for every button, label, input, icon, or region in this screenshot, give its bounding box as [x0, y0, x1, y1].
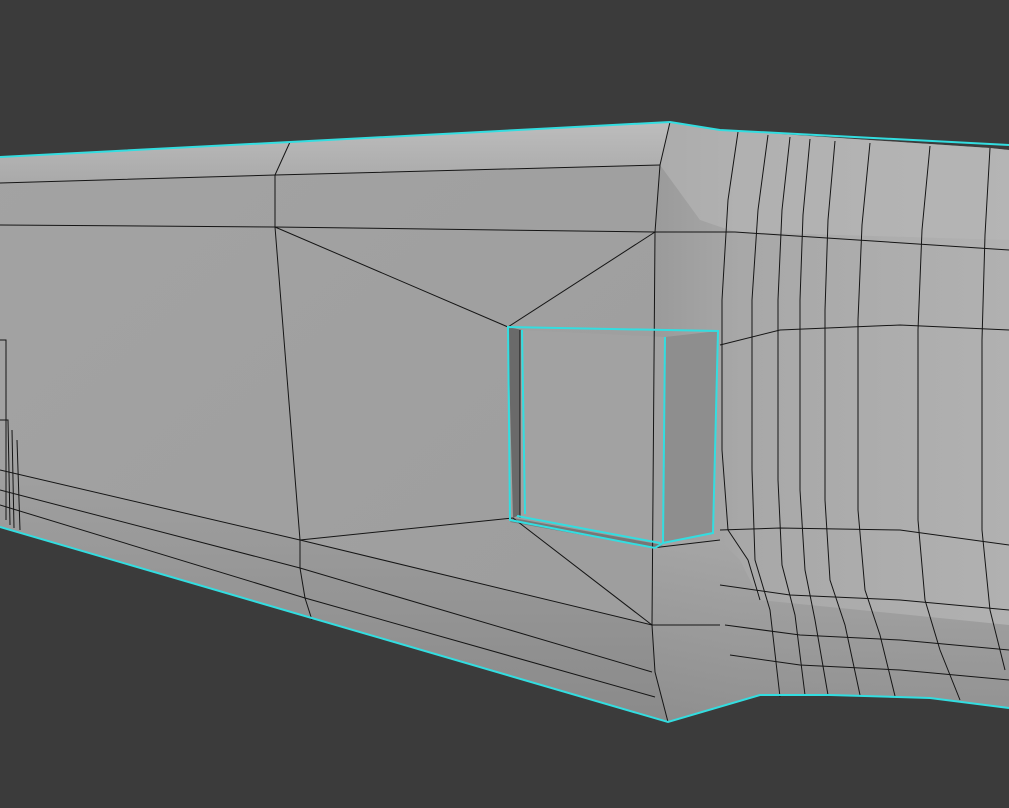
cutout-right-wall	[663, 331, 718, 543]
3d-viewport[interactable]	[0, 0, 1009, 808]
viewport-canvas[interactable]	[0, 0, 1009, 808]
cutout-inner-face	[520, 330, 665, 543]
selected-cutout[interactable]	[508, 327, 718, 548]
